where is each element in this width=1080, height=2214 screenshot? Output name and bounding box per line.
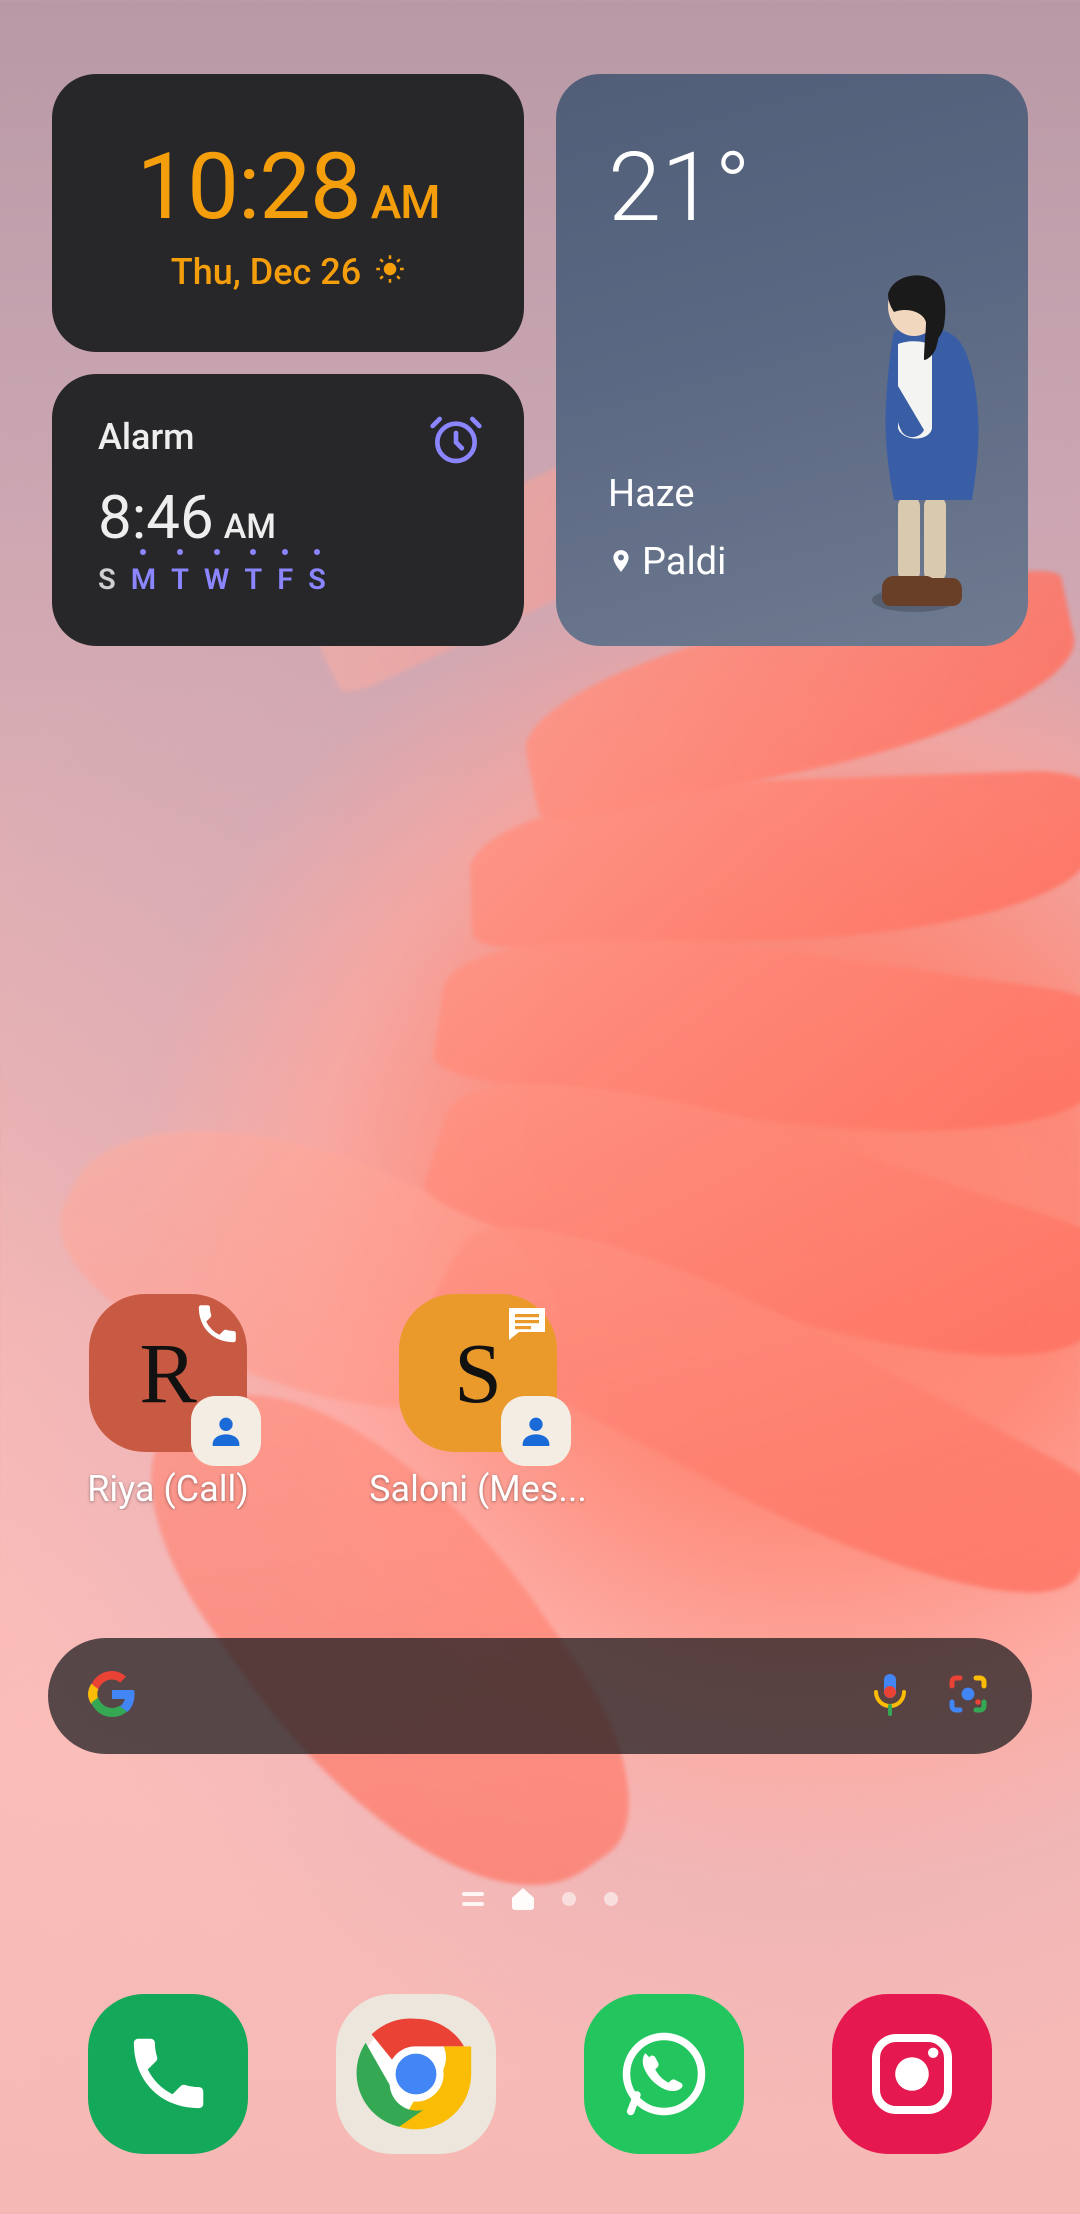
weather-condition: Haze [608, 472, 694, 516]
shortcut-label: Saloni (Mes... [369, 1468, 587, 1510]
shortcut-letter: S [454, 1323, 502, 1423]
alarm-day-sat: S [308, 563, 326, 597]
alarm-day-tue: T [171, 563, 189, 597]
contact-shortcut-saloni-message[interactable]: S Saloni (Mes... [388, 1294, 568, 1510]
contact-shortcut-riya-call[interactable]: R Riya (Call) [78, 1294, 258, 1510]
dock [0, 1994, 1080, 2154]
clock-ampm: AM [371, 176, 440, 230]
message-icon [503, 1300, 551, 1348]
phone-icon [193, 1300, 241, 1348]
shortcut-letter: R [139, 1323, 196, 1423]
location-pin-icon [608, 540, 634, 584]
page-dot-icon[interactable] [562, 1892, 576, 1906]
alarm-clock-icon [428, 412, 484, 468]
alarm-title: Alarm [98, 416, 478, 458]
weather-temp: 21° [608, 132, 751, 244]
clock-date: Thu, Dec 26 [171, 251, 361, 293]
page-dot-icon[interactable] [604, 1892, 618, 1906]
clock-time: 10:28 [137, 134, 361, 241]
alarm-day-wed: W [204, 563, 229, 597]
google-search-bar[interactable] [48, 1638, 1032, 1754]
clock-widget[interactable]: 10:28 AM Thu, Dec 26 [52, 74, 524, 352]
alarm-time: 8:46 [98, 482, 214, 553]
dock-app-phone[interactable] [88, 1994, 248, 2154]
apps-drawer-icon[interactable] [462, 1891, 484, 1907]
dock-app-chrome[interactable] [336, 1994, 496, 2154]
alarm-day-fri: F [277, 563, 293, 597]
alarm-day-mon: M [131, 563, 156, 597]
alarm-day-thu: T [244, 563, 262, 597]
shortcut-label: Riya (Call) [87, 1468, 249, 1510]
contact-badge-icon [191, 1396, 261, 1466]
page-indicator[interactable] [0, 1888, 1080, 1910]
home-page-indicator-icon[interactable] [512, 1888, 534, 1910]
google-g-icon [88, 1670, 136, 1722]
mic-icon[interactable] [866, 1670, 914, 1722]
contact-badge-icon [501, 1396, 571, 1466]
weather-illustration [828, 266, 988, 616]
dock-app-instagram[interactable] [832, 1994, 992, 2154]
alarm-widget[interactable]: Alarm 8:46 AM S M T W T F S [52, 374, 524, 646]
alarm-days: S M T W T F S [98, 563, 478, 597]
alarm-ampm: AM [224, 507, 276, 547]
dock-app-whatsapp[interactable] [584, 1994, 744, 2154]
google-lens-icon[interactable] [944, 1670, 992, 1722]
alarm-day-sun: S [98, 563, 116, 597]
weather-widget[interactable]: 21° Haze Paldi [556, 74, 1028, 646]
sunny-icon [375, 251, 405, 293]
weather-location: Paldi [642, 540, 726, 584]
